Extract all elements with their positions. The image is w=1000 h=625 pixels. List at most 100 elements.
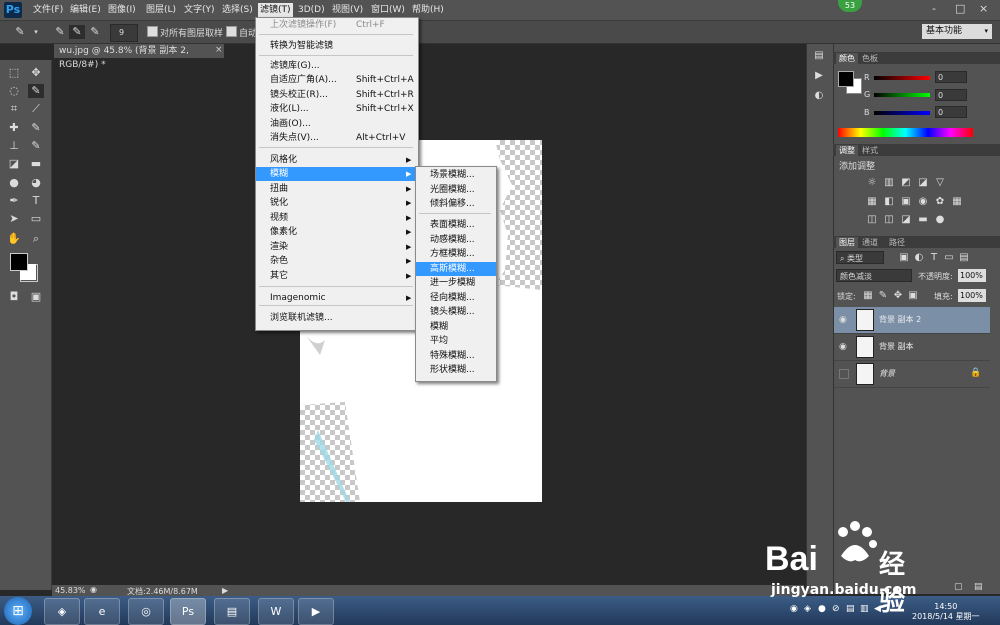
status-info-icon[interactable]: ◉ [90,585,97,594]
subtract-selection-icon[interactable]: ✎ [87,25,103,39]
new-layer-icon[interactable]: ▢ [954,582,963,592]
green-slider[interactable] [874,93,930,97]
screen-mode-icon[interactable]: ▣ [28,290,44,304]
healing-brush-icon[interactable]: ✚ [6,121,22,135]
tray-icon-1[interactable]: ◉ [790,604,798,614]
menu-view[interactable]: 视图(V) [332,3,363,17]
filter-menu-item[interactable]: 杂色 ▶ [256,254,418,268]
properties-panel-icon[interactable]: ◐ [810,88,828,104]
gradient-map-icon[interactable]: ▬ [917,214,929,225]
lock-transparent-icon[interactable]: ▦ [862,290,874,301]
ie-browser-icon[interactable]: e [84,598,120,625]
menu-filter[interactable]: 滤镜(T) [258,3,293,17]
filter-menu-item[interactable]: Imagenomic ▶ [256,291,418,305]
blur-menu-item[interactable]: 高斯模糊... [416,262,496,276]
filter-menu-item[interactable]: 滤镜库(G)... [256,59,418,73]
tab-paths[interactable]: 路径 [886,237,908,248]
zoom-tool-icon[interactable]: ⌕ [28,232,44,246]
filter-menu-item[interactable]: 浏览联机滤镜... [256,311,418,325]
history-brush-icon[interactable]: ✎ [28,139,44,153]
blur-menu-item[interactable]: 模糊 [416,320,496,334]
clone-stamp-icon[interactable]: ⊥ [6,139,22,153]
pen-tool-icon[interactable]: ✒ [6,194,22,208]
blend-mode-select[interactable]: 颜色减淡 [836,269,912,282]
tray-clock[interactable]: 14:50 2018/5/14 星期一 [912,602,980,622]
layer-filter-kind-select[interactable]: ⌕ 类型 [836,251,884,264]
auto-enhance-checkbox[interactable] [226,26,237,37]
network-icon[interactable]: ▥ [860,604,869,614]
menu-layer[interactable]: 图层(L) [146,3,176,17]
menu-select[interactable]: 选择(S) [222,3,253,17]
layer-row[interactable]: 背景 🔒 [834,361,990,388]
filter-menu-item[interactable]: 渲染 ▶ [256,240,418,254]
filter-menu-item[interactable]: 视频 ▶ [256,211,418,225]
filter-menu-item[interactable]: 自适应广角(A)... Shift+Ctrl+A [256,73,418,87]
blur-menu-item[interactable]: 特殊模糊... [416,349,496,363]
workspace-select[interactable]: 基本功能 ▾ [922,24,992,39]
actions-panel-icon[interactable]: ▶ [810,68,828,84]
blur-tool-icon[interactable]: ● [6,176,22,190]
filter-smart-icon[interactable]: ▤ [958,252,970,263]
curves-icon[interactable]: ◩ [900,177,912,188]
add-selection-icon[interactable]: ✎ [69,25,85,39]
blur-menu-item[interactable]: 场景模糊... [416,168,496,182]
eyedropper-tool-icon[interactable]: ⟋ [28,102,44,116]
tab-swatches[interactable]: 色板 [859,53,881,64]
blur-menu-item[interactable]: 倾斜偏移... [416,197,496,211]
lock-all-icon[interactable]: ▣ [907,290,919,301]
tray-icon-4[interactable]: ⊘ [832,604,840,614]
black-white-icon[interactable]: ▣ [900,196,912,207]
filter-menu-item[interactable]: 风格化 ▶ [256,153,418,167]
menu-type[interactable]: 文字(Y) [184,3,215,17]
filter-shape-icon[interactable]: ▭ [943,252,955,263]
levels-icon[interactable]: ▥ [883,177,895,188]
posterize-icon[interactable]: ◫ [883,214,895,225]
brush-size-picker[interactable]: 9 [110,24,138,42]
shape-tool-icon[interactable]: ▭ [28,212,44,226]
sample-all-layers-checkbox[interactable] [147,26,158,37]
filter-menu-item[interactable]: 转换为智能滤镜 [256,39,418,53]
tab-color[interactable]: 颜色 [836,53,858,64]
chevron-down-icon[interactable]: ▾ [28,25,44,39]
word-icon[interactable]: W [258,598,294,625]
channel-mixer-icon[interactable]: ✿ [934,196,946,207]
marquee-tool-icon[interactable]: ⬚ [6,66,22,80]
color-balance-icon[interactable]: ◧ [883,196,895,207]
blur-menu-item[interactable]: 方框模糊... [416,247,496,261]
start-button[interactable]: ⊞ [4,597,32,625]
move-tool-icon[interactable]: ✥ [28,66,44,80]
foreground-color-swatch[interactable] [10,253,28,271]
hand-tool-icon[interactable]: ✋ [6,232,22,246]
video-player-icon[interactable]: ▶ [298,598,334,625]
filter-type-icon[interactable]: T [928,252,940,263]
menu-help[interactable]: 帮助(H) [412,3,444,17]
blur-menu-item[interactable]: 镜头模糊... [416,305,496,319]
brush-preset-icon[interactable]: ✎ [12,25,28,39]
visibility-toggle[interactable] [839,369,849,379]
filter-menu-item[interactable]: 镜头校正(R)... Shift+Ctrl+R [256,88,418,102]
filter-menu-item[interactable]: 其它 ▶ [256,269,418,283]
path-selection-icon[interactable]: ➤ [6,212,22,226]
brush-tool-icon[interactable]: ✎ [28,121,44,135]
eraser-tool-icon[interactable]: ◪ [6,157,22,171]
lock-pixels-icon[interactable]: ✎ [877,290,889,301]
menu-image[interactable]: 图像(I) [108,3,136,17]
menu-3d[interactable]: 3D(D) [298,3,325,17]
zoom-level[interactable]: 45.83% [55,586,86,595]
photo-filter-icon[interactable]: ◉ [917,196,929,207]
filter-menu-item[interactable]: 像素化 ▶ [256,225,418,239]
lock-position-icon[interactable]: ✥ [892,290,904,301]
photoshop-task-icon[interactable]: Ps [170,598,206,625]
explorer-icon[interactable]: ▤ [214,598,250,625]
new-selection-icon[interactable]: ✎ [52,25,68,39]
filter-menu-item[interactable]: 消失点(V)... Alt+Ctrl+V [256,131,418,145]
quick-selection-tool-icon[interactable]: ✎ [28,84,44,98]
blue-value-input[interactable]: 0 [935,106,967,118]
close-icon[interactable]: × [979,2,988,15]
filter-menu-item[interactable]: 扭曲 ▶ [256,182,418,196]
tray-icon-5[interactable]: ▤ [846,604,855,614]
selective-color-icon[interactable]: ● [934,214,946,225]
blur-menu-item[interactable]: 动感模糊... [416,233,496,247]
menu-window[interactable]: 窗口(W) [371,3,405,17]
gradient-tool-icon[interactable]: ▬ [28,157,44,171]
